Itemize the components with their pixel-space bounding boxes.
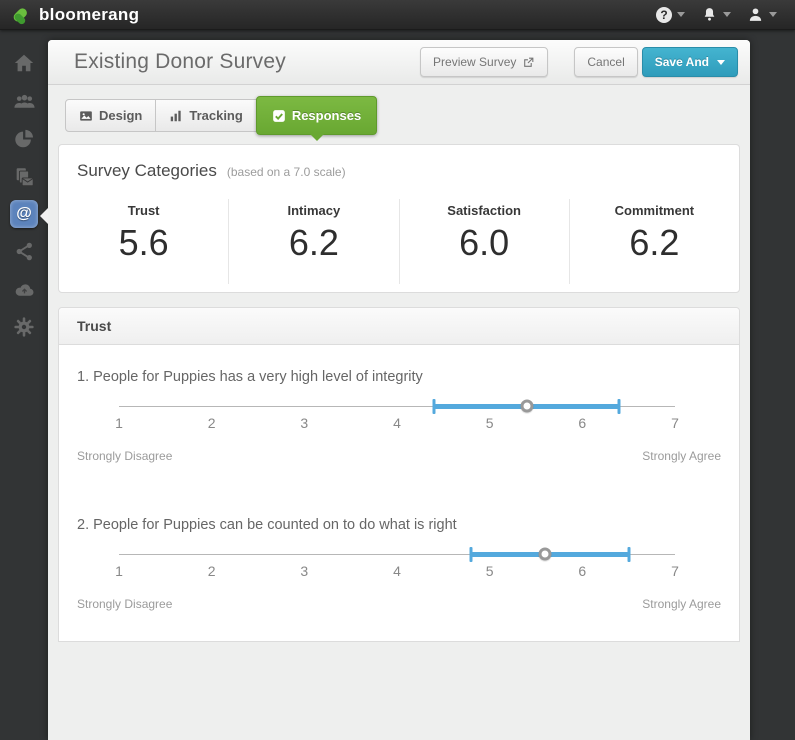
scale-tick: 6: [578, 563, 586, 579]
save-and-button[interactable]: Save And: [642, 47, 738, 77]
survey-categories-panel: Survey Categories (based on a 7.0 scale)…: [58, 144, 740, 293]
scale-right-label: Strongly Agree: [642, 597, 721, 611]
at-sign-icon: @: [16, 205, 32, 223]
scale-right-label: Strongly Agree: [642, 449, 721, 463]
sidebar-item-email[interactable]: @: [10, 200, 38, 228]
response-scale: 1234567: [119, 393, 675, 435]
mean-marker[interactable]: [520, 400, 533, 413]
scale-tick: 4: [393, 563, 401, 579]
help-menu[interactable]: ?: [656, 7, 685, 23]
range-high-cap: [618, 399, 621, 414]
scale-tick: 4: [393, 415, 401, 431]
category-satisfaction: Satisfaction 6.0: [399, 199, 569, 284]
brand-name: bloomerang: [39, 5, 139, 25]
save-and-label: Save And: [655, 55, 709, 69]
scale-tick: 5: [486, 563, 494, 579]
sidebar-item-reports[interactable]: [7, 124, 41, 154]
response-scale: 1234567: [119, 541, 675, 583]
scale-tick: 3: [300, 415, 308, 431]
cloud-icon: [13, 278, 36, 301]
help-icon: ?: [656, 7, 672, 23]
sidebar-item-settings[interactable]: [7, 312, 41, 342]
documents-icon: [13, 166, 35, 188]
category-label: Satisfaction: [400, 203, 569, 218]
sidebar-item-constituents[interactable]: [7, 86, 41, 116]
category-label: Commitment: [570, 203, 739, 218]
category-commitment: Commitment 6.2: [569, 199, 739, 284]
category-score: 6.2: [229, 222, 398, 264]
categories-subtitle: (based on a 7.0 scale): [227, 165, 346, 179]
category-intimacy: Intimacy 6.2: [228, 199, 398, 284]
scale-tick: 3: [300, 563, 308, 579]
tab-responses[interactable]: Responses: [256, 96, 377, 135]
category-score: 6.0: [400, 222, 569, 264]
scale-tick: 5: [486, 415, 494, 431]
sidebar-item-letters[interactable]: [7, 162, 41, 192]
sidebar-item-home[interactable]: [7, 48, 41, 78]
tab-tracking[interactable]: Tracking: [156, 99, 256, 132]
scale-tick: 2: [208, 563, 216, 579]
bell-icon: [701, 6, 718, 23]
people-icon: [13, 90, 36, 113]
tab-design-label: Design: [99, 108, 142, 123]
bar-chart-icon: [169, 109, 183, 123]
share-icon: [14, 241, 35, 262]
category-score: 5.6: [59, 222, 228, 264]
tab-bar: Design Tracking Responses: [65, 99, 750, 132]
bloomerang-logo-icon: [10, 4, 32, 26]
category-label: Trust: [59, 203, 228, 218]
sidebar-item-sync[interactable]: [7, 274, 41, 304]
chevron-down-icon: [717, 60, 725, 65]
scale-tick: 2: [208, 415, 216, 431]
section-title: Trust: [59, 308, 739, 345]
tab-responses-label: Responses: [292, 108, 361, 123]
question-text: 1. People for Puppies has a very high le…: [77, 369, 721, 385]
preview-survey-label: Preview Survey: [433, 55, 516, 69]
scale-tick: 6: [578, 415, 586, 431]
scale-tick: 1: [115, 415, 123, 431]
category-trust: Trust 5.6: [59, 199, 228, 284]
top-bar: bloomerang ?: [0, 0, 795, 30]
main-card: Existing Donor Survey Preview Survey Can…: [48, 40, 750, 740]
brand[interactable]: bloomerang: [10, 4, 139, 26]
trust-section-panel: Trust 1. People for Puppies has a very h…: [58, 307, 740, 642]
active-section-pointer: [40, 208, 48, 224]
external-link-icon: [522, 56, 535, 69]
category-label: Intimacy: [229, 203, 398, 218]
sidebar-item-share[interactable]: [7, 236, 41, 266]
tab-tracking-label: Tracking: [189, 108, 242, 123]
tab-design[interactable]: Design: [65, 99, 156, 132]
range-low-cap: [433, 399, 436, 414]
question-text: 2. People for Puppies can be counted on …: [77, 517, 721, 533]
pie-chart-icon: [13, 128, 35, 150]
user-menu[interactable]: [747, 6, 777, 23]
range-high-cap: [627, 547, 630, 562]
gear-icon: [13, 316, 35, 338]
preview-survey-button[interactable]: Preview Survey: [420, 47, 548, 77]
scale-tick: 1: [115, 563, 123, 579]
chevron-down-icon: [723, 12, 731, 17]
notifications-menu[interactable]: [701, 6, 731, 23]
chevron-down-icon: [677, 12, 685, 17]
categories-title: Survey Categories: [77, 161, 217, 181]
page-title: Existing Donor Survey: [74, 50, 286, 74]
page-header: Existing Donor Survey Preview Survey Can…: [48, 40, 750, 85]
question-1: 1. People for Puppies has a very high le…: [59, 345, 739, 463]
scale-left-label: Strongly Disagree: [77, 449, 172, 463]
user-icon: [747, 6, 764, 23]
range-low-cap: [470, 547, 473, 562]
scale-left-label: Strongly Disagree: [77, 597, 172, 611]
chevron-down-icon: [769, 12, 777, 17]
scale-tick: 7: [671, 563, 679, 579]
image-icon: [79, 109, 93, 123]
category-score: 6.2: [570, 222, 739, 264]
checkbox-icon: [272, 109, 286, 123]
home-icon: [13, 52, 35, 74]
sidebar: @: [0, 30, 48, 599]
cancel-button[interactable]: Cancel: [574, 47, 637, 77]
scale-tick: 7: [671, 415, 679, 431]
question-2: 2. People for Puppies can be counted on …: [59, 493, 739, 611]
mean-marker[interactable]: [539, 548, 552, 561]
categories-row: Trust 5.6 Intimacy 6.2 Satisfaction 6.0 …: [59, 185, 739, 292]
